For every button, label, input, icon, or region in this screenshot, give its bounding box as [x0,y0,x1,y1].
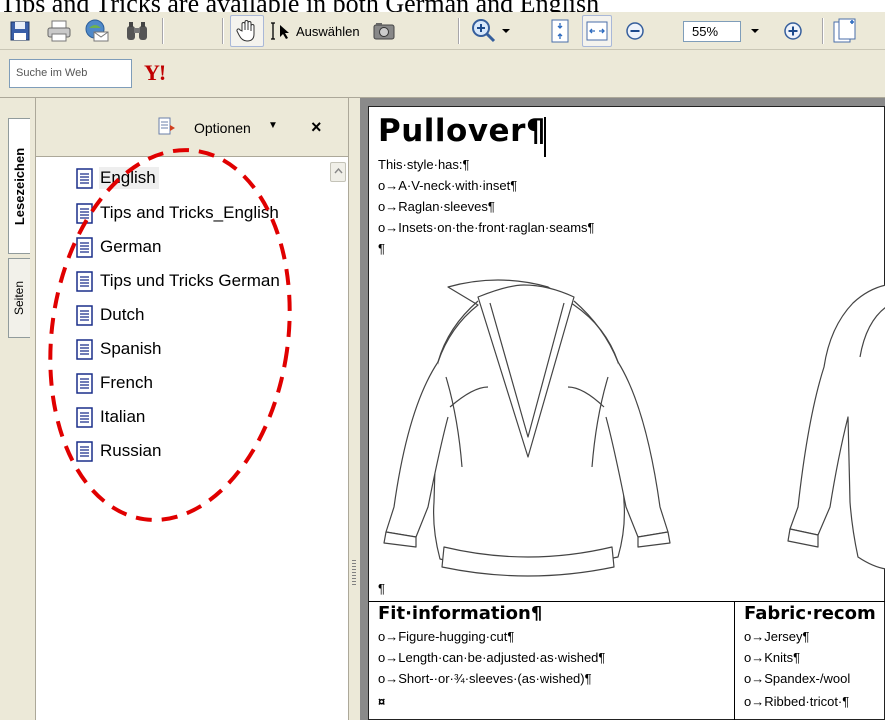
yahoo-logo[interactable]: Y! [144,60,166,86]
options-menu-label[interactable]: Optionen [194,120,251,136]
table-rule [369,601,885,602]
pullover-sketch [383,279,885,577]
hand-tool-icon[interactable] [230,15,264,47]
bookmark-page-icon [76,304,93,326]
bookmark-item[interactable]: Dutch [76,302,147,328]
fit-width-icon[interactable] [582,15,612,47]
main-toolbar: Auswählen 55% [0,12,885,50]
bookmark-item[interactable]: German [76,234,164,260]
bookmark-page-icon [76,372,93,394]
zoom-plus-icon[interactable] [780,15,806,47]
table-divider [734,601,735,720]
document-line: ¶ [378,241,385,256]
snapshot-icon[interactable] [372,21,396,41]
document-line: o→Raglan·sleeves¶ [378,199,495,214]
bookmark-item[interactable]: French [76,370,156,396]
web-search-bar: Suche im Web Y! [0,50,885,98]
tab-pages-label: Seiten [12,280,27,316]
bookmark-tree: English Tips and Tricks_English German T… [36,156,348,720]
fit-end-marker: ¤ [378,694,386,709]
search-binoculars-icon[interactable] [122,15,152,47]
bookmark-label: Italian [100,407,146,426]
select-tool-icon [271,22,289,40]
bookmark-label: Dutch [100,305,145,324]
fabric-line: o→Ribbed·tricot·¶ [744,694,850,709]
search-input[interactable]: Suche im Web [9,59,132,88]
email-icon[interactable] [82,15,112,47]
zoom-input[interactable]: 55% [683,21,741,42]
fit-page-icon[interactable] [548,15,572,47]
document-page[interactable]: Pullover¶ This·style·has:¶ o→A·V-neck·wi… [368,106,885,720]
fit-section-title: Fit·information¶ [378,603,543,624]
bookmark-item[interactable]: Tips und Tricks German [76,268,283,294]
fit-line: o→Figure-hugging·cut¶ [378,629,515,644]
panel-splitter[interactable] [348,98,360,720]
bookmark-label: Tips and Tricks_English [100,203,279,222]
bookmark-label: Tips und Tricks German [100,271,280,290]
pages-icon[interactable] [832,15,872,47]
fit-line: o→Short-·or·¾·sleeves·(as·wished)¶ [378,671,592,686]
fit-line: o→Length·can·be·adjusted·as·wished¶ [378,650,606,665]
side-tab-strip: Lesezeichen Seiten [0,98,36,720]
close-panel-button[interactable]: × [311,117,322,138]
chevron-down-icon[interactable] [501,27,511,35]
fabric-line: o→Knits¶ [744,650,801,665]
bookmarks-panel: Optionen ▼ × English Tips and Tricks_Eng… [36,98,348,720]
document-line: o→Insets·on·the·front·raglan·seams¶ [378,220,595,235]
zoom-in-icon[interactable] [468,15,514,47]
pilcrow: ¶ [378,581,385,596]
select-tool-button[interactable]: Auswählen [270,15,420,47]
bookmark-page-icon [76,406,93,428]
tab-bookmarks[interactable]: Lesezeichen [8,118,30,254]
document-title: Pullover¶ [378,113,547,149]
tab-bookmarks-label: Lesezeichen [12,147,28,225]
options-icon[interactable] [158,117,175,135]
bookmark-label: German [100,237,162,256]
bookmark-label: Russian [100,441,162,460]
zoom-out-icon[interactable] [622,15,648,47]
bookmark-page-icon [76,440,93,462]
bookmark-label: Spanish [100,339,162,358]
fabric-line: o→Jersey¶ [744,629,810,644]
save-icon[interactable] [6,15,34,47]
bookmark-label: English [99,167,159,189]
options-caret-icon[interactable]: ▼ [268,120,278,131]
bookmark-page-icon [76,202,93,224]
select-tool-label: Auswählen [296,23,360,39]
document-view: Pullover¶ This·style·has:¶ o→A·V-neck·wi… [360,98,885,720]
document-line: o→A·V-neck·with·inset¶ [378,178,518,193]
bookmark-page-icon [76,236,93,258]
bookmark-item[interactable]: Russian [76,438,164,464]
bookmark-item[interactable]: Spanish [76,336,164,362]
scroll-up-button[interactable] [330,162,346,182]
text-cursor [544,117,546,157]
fabric-line: o→Spandex-/wool [744,671,851,686]
bookmark-page-icon [76,270,93,292]
panel-header: Optionen ▼ × [36,112,348,142]
bookmark-item[interactable]: Italian [76,404,148,430]
bookmark-page-icon [76,167,93,189]
bookmark-item[interactable]: English [76,165,159,191]
bookmark-label: French [100,373,153,392]
document-line: This·style·has:¶ [378,157,470,172]
fabric-section-title: Fabric·recom [744,603,876,624]
print-icon[interactable] [44,15,74,47]
bookmark-page-icon [76,338,93,360]
tab-pages[interactable]: Seiten [8,258,30,338]
zoom-dropdown-icon[interactable] [746,15,764,47]
splitter-grip[interactable] [352,560,356,586]
bookmark-item[interactable]: Tips and Tricks_English [76,200,282,226]
